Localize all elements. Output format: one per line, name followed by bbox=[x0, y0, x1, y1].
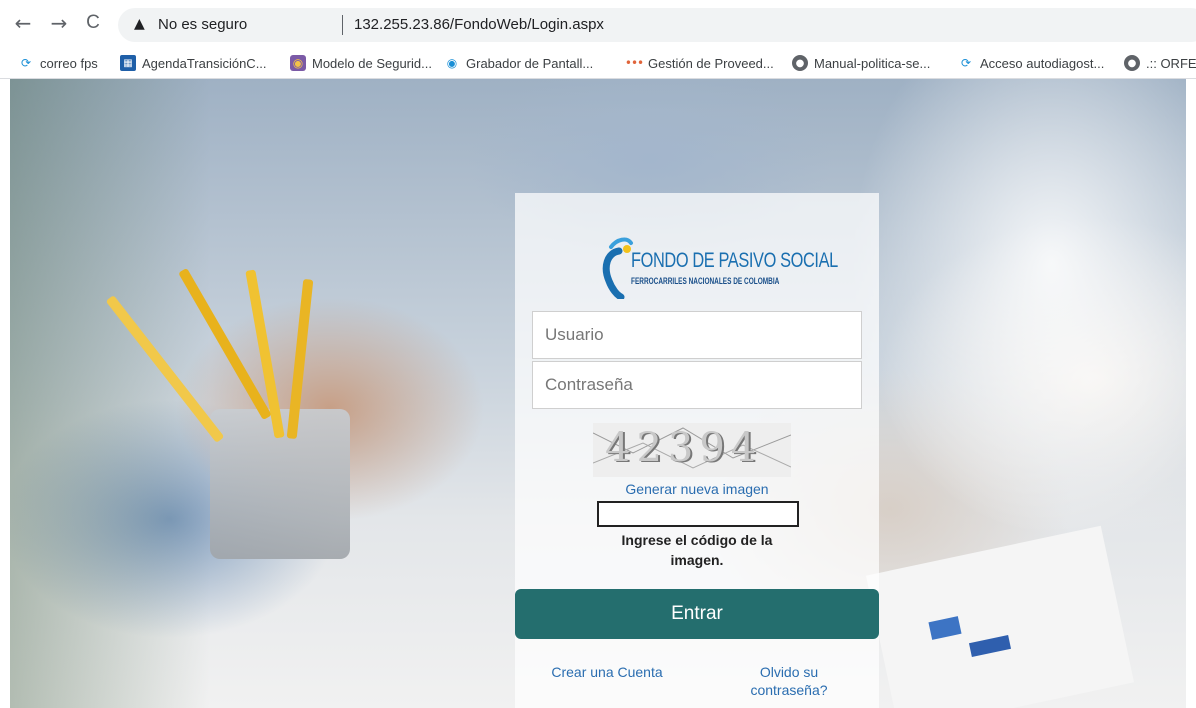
captcha-code-label: Ingrese el código de la imagen. bbox=[621, 532, 773, 568]
bookmark-label: Gestión de Proveed... bbox=[648, 55, 774, 71]
security-status[interactable]: No es seguro bbox=[158, 16, 247, 33]
bookmark-agenda[interactable]: ▦ AgendaTransiciónC... bbox=[120, 53, 267, 73]
calendar-icon: ▦ bbox=[120, 55, 136, 71]
url-text[interactable]: 132.255.23.86/FondoWeb/Login.aspx bbox=[354, 16, 604, 33]
login-panel: FONDO DE PASIVO SOCIAL FERROCARRILES NAC… bbox=[515, 193, 879, 708]
bookmark-modelo-seguridad[interactable]: ◉ Modelo de Segurid... bbox=[290, 53, 432, 73]
back-icon[interactable]: ← bbox=[10, 10, 36, 36]
bookmark-label: Modelo de Segurid... bbox=[312, 55, 432, 71]
bookmark-label: Grabador de Pantall... bbox=[466, 55, 594, 71]
warning-icon[interactable]: ▲ bbox=[134, 16, 145, 32]
bookmark-gestion[interactable]: ••• Gestión de Proveed... bbox=[624, 53, 774, 73]
captcha-code-input[interactable] bbox=[597, 501, 799, 527]
bookmark-label: Manual-politica-se... bbox=[814, 55, 931, 71]
bookmark-label: Acceso autodiagost... bbox=[980, 55, 1105, 71]
captcha-text: 42394 bbox=[605, 425, 763, 471]
background-person-shirt bbox=[850, 79, 1186, 539]
password-input[interactable] bbox=[532, 361, 862, 409]
reload-icon[interactable]: C bbox=[80, 10, 106, 36]
fps-icon: ⟳ bbox=[960, 56, 972, 70]
bookmark-grabador[interactable]: ◉ Grabador de Pantall... bbox=[444, 53, 593, 73]
bookmark-label: AgendaTransiciónC... bbox=[142, 55, 267, 71]
bookmark-acceso[interactable]: ⟳ Acceso autodiagost... bbox=[958, 53, 1104, 73]
logo-subtitle: FERROCARRILES NACIONALES DE COLOMBIA bbox=[631, 276, 780, 286]
bookmark-manual[interactable]: ● Manual-politica-se... bbox=[792, 53, 930, 73]
bookmark-label: correo fps bbox=[40, 55, 98, 71]
browser-toolbar: ← → C ▲ No es seguro 132.255.23.86/Fondo… bbox=[0, 0, 1196, 48]
create-account-link[interactable]: Crear una Cuenta bbox=[537, 663, 677, 681]
logo: FONDO DE PASIVO SOCIAL FERROCARRILES NAC… bbox=[599, 229, 838, 299]
page-background: FONDO DE PASIVO SOCIAL FERROCARRILES NAC… bbox=[10, 79, 1186, 708]
username-input[interactable] bbox=[532, 311, 862, 359]
captcha-image: 42394 bbox=[593, 423, 791, 477]
owl-icon: ◉ bbox=[290, 55, 306, 71]
address-bar[interactable]: ▲ No es seguro 132.255.23.86/FondoWeb/Lo… bbox=[118, 8, 1196, 42]
fps-icon: ⟳ bbox=[20, 56, 32, 70]
logo-mark-icon bbox=[602, 237, 633, 299]
bookmarks-bar: ⟳ correo fps ▦ AgendaTransiciónC... ◉ Mo… bbox=[0, 48, 1196, 79]
recorder-icon: ◉ bbox=[446, 56, 458, 70]
forgot-password-link[interactable]: Olvido su contraseña? bbox=[737, 663, 841, 699]
bookmark-label: .:: ORFE bbox=[1146, 55, 1196, 71]
globe-icon: ● bbox=[1124, 55, 1140, 71]
document-decoration bbox=[865, 525, 1135, 708]
dots-icon: ••• bbox=[624, 56, 644, 70]
forward-icon[interactable]: → bbox=[46, 10, 72, 36]
globe-icon: ● bbox=[792, 55, 808, 71]
login-submit-button[interactable]: Entrar bbox=[515, 589, 879, 639]
bookmark-orfe[interactable]: ● .:: ORFE bbox=[1124, 53, 1196, 73]
omnibox-separator bbox=[342, 15, 343, 35]
regenerate-captcha-link[interactable]: Generar nueva imagen bbox=[515, 481, 879, 497]
logo-title: FONDO DE PASIVO SOCIAL bbox=[631, 249, 838, 272]
bookmark-correo-fps[interactable]: ⟳ correo fps bbox=[18, 53, 98, 73]
